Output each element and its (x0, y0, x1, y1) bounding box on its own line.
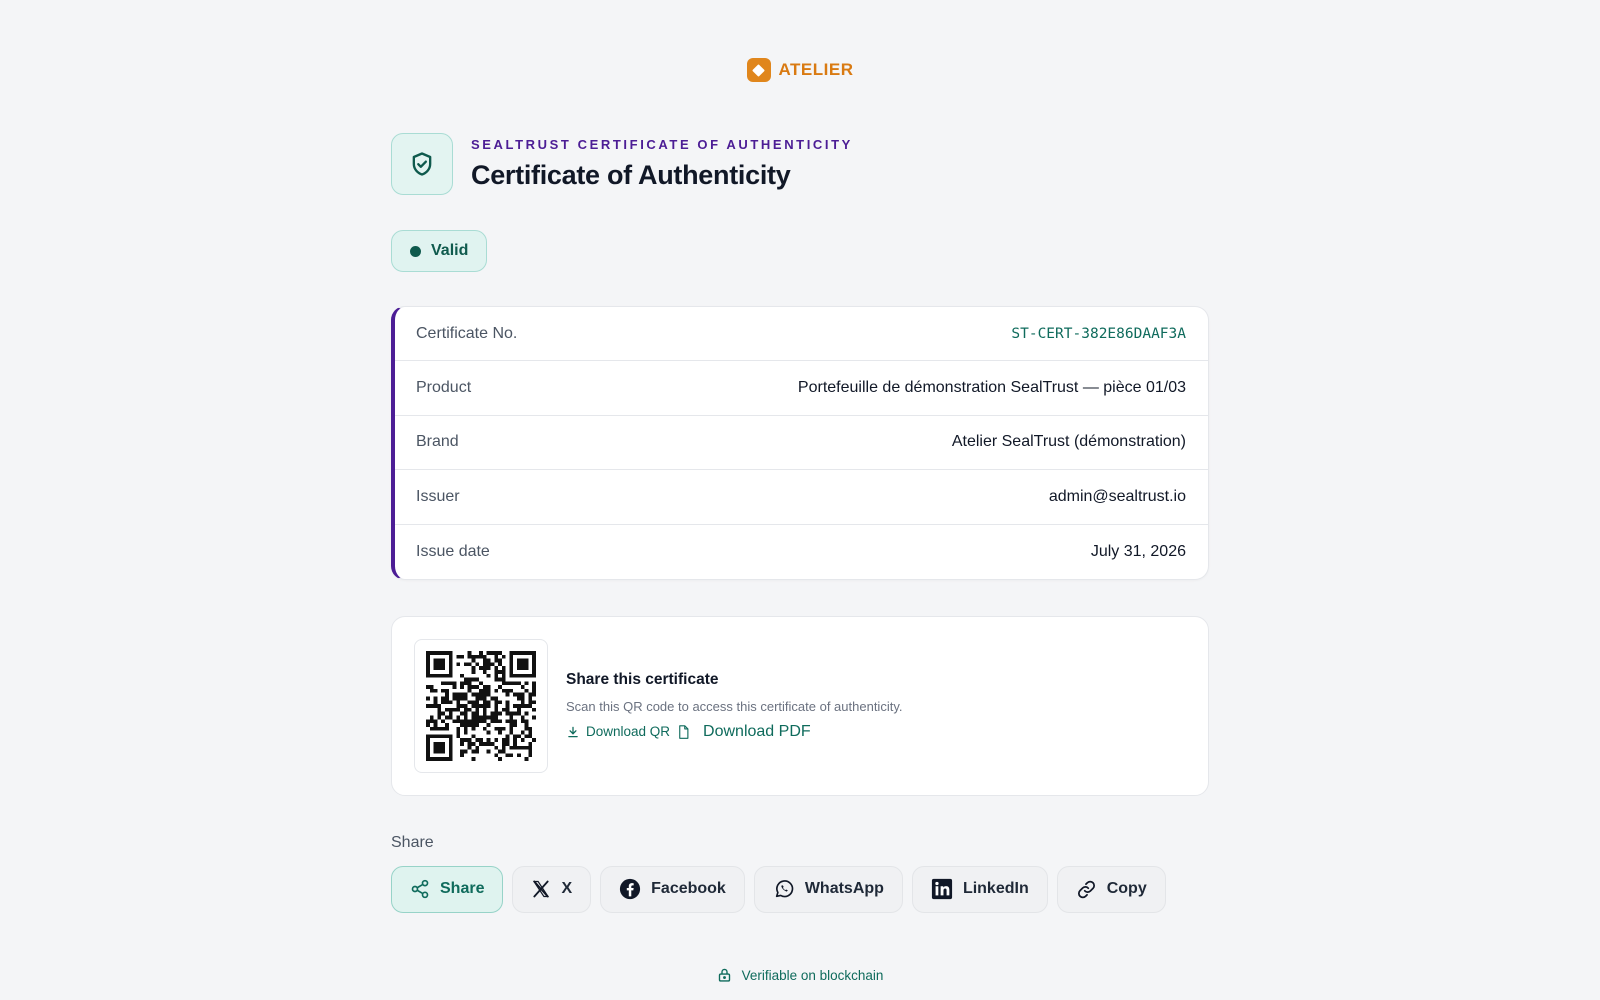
page-title: Certificate of Authenticity (471, 160, 791, 190)
lock-icon (718, 968, 730, 982)
eyebrow-label: SEALTRUST CERTIFICATE OF AUTHENTICITY (471, 137, 853, 152)
verify-label: Verifiable on blockchain (741, 967, 884, 983)
detail-row-brand: Brand Atelier SealTrust (démonstration) (395, 416, 1208, 471)
detail-value: admin@sealtrust.io (1048, 487, 1186, 505)
qr-code (414, 638, 548, 773)
download-qr-link[interactable]: Download QR (566, 724, 670, 739)
brand-header: ATELIER (0, 58, 1600, 82)
blockchain-verify-note: Verifiable on blockchain (0, 967, 1600, 983)
facebook-icon (620, 879, 641, 900)
share-icon (411, 880, 429, 899)
shield-check-icon (391, 133, 453, 195)
main-content: SEALTRUST CERTIFICATE OF AUTHENTICITY Ce… (391, 133, 1209, 913)
qr-description: Scan this QR code to access this certifi… (566, 698, 903, 714)
status-dot-icon (410, 245, 421, 257)
share-whatsapp-button[interactable]: WhatsApp (753, 865, 903, 913)
detail-value: Atelier SealTrust (démonstration) (951, 433, 1186, 451)
linkedin-icon (931, 879, 953, 900)
copy-link-button[interactable]: Copy (1056, 865, 1166, 913)
detail-row-issuer: Issuer admin@sealtrust.io (395, 470, 1208, 525)
share-section-label: Share (391, 833, 434, 851)
detail-value: Portefeuille de démonstration SealTrust … (797, 379, 1186, 397)
download-qr-label: Download QR (586, 724, 671, 740)
brand-logo-icon (746, 58, 771, 82)
detail-row-issue-date: Issue date July 31, 2026 (395, 525, 1208, 579)
share-whatsapp-label: WhatsApp (804, 880, 884, 898)
status-badge: Valid (391, 230, 488, 272)
share-buttons: Share X Facebook WhatsApp LinkedIn Copy (391, 865, 1209, 913)
detail-row-product: Product Portefeuille de démonstration Se… (395, 361, 1208, 416)
qr-heading: Share this certificate (566, 670, 719, 688)
detail-key: Product (416, 379, 472, 397)
certificate-page: ATELIER SEALTRUST CERTIFICATE OF AUTHENT… (0, 0, 1600, 1000)
certificate-number: ST-CERT-382E86DAAF3A (1011, 325, 1186, 342)
download-icon (568, 726, 578, 738)
share-button-label: Share (440, 880, 485, 898)
title-block: SEALTRUST CERTIFICATE OF AUTHENTICITY Ce… (391, 133, 1209, 195)
x-logo-icon (533, 881, 550, 898)
detail-key: Issuer (416, 487, 460, 505)
qr-share-card: Share this certificate Scan this QR code… (391, 615, 1209, 796)
link-icon (1077, 880, 1095, 899)
download-pdf-link[interactable]: Download PDF (676, 723, 811, 741)
share-facebook-label: Facebook (651, 880, 726, 898)
detail-key: Certificate No. (416, 324, 518, 342)
share-facebook-button[interactable]: Facebook (600, 865, 745, 913)
detail-row-certificate-no: Certificate No. ST-CERT-382E86DAAF3A (395, 307, 1208, 362)
detail-key: Brand (416, 433, 459, 451)
detail-value: July 31, 2026 (1090, 542, 1186, 560)
copy-label: Copy (1106, 880, 1147, 898)
brand-name: ATELIER (778, 60, 854, 79)
file-icon (679, 725, 689, 739)
download-pdf-label: Download PDF (703, 722, 811, 740)
share-x-button[interactable]: X (512, 865, 592, 913)
share-button[interactable]: Share (391, 865, 504, 913)
share-linkedin-button[interactable]: LinkedIn (911, 865, 1048, 913)
whatsapp-icon (775, 880, 794, 898)
details-card: Certificate No. ST-CERT-382E86DAAF3A Pro… (391, 306, 1209, 580)
status-label: Valid (431, 242, 469, 259)
detail-key: Issue date (416, 542, 490, 560)
share-linkedin-label: LinkedIn (962, 880, 1029, 898)
share-x-label: X (561, 880, 573, 898)
